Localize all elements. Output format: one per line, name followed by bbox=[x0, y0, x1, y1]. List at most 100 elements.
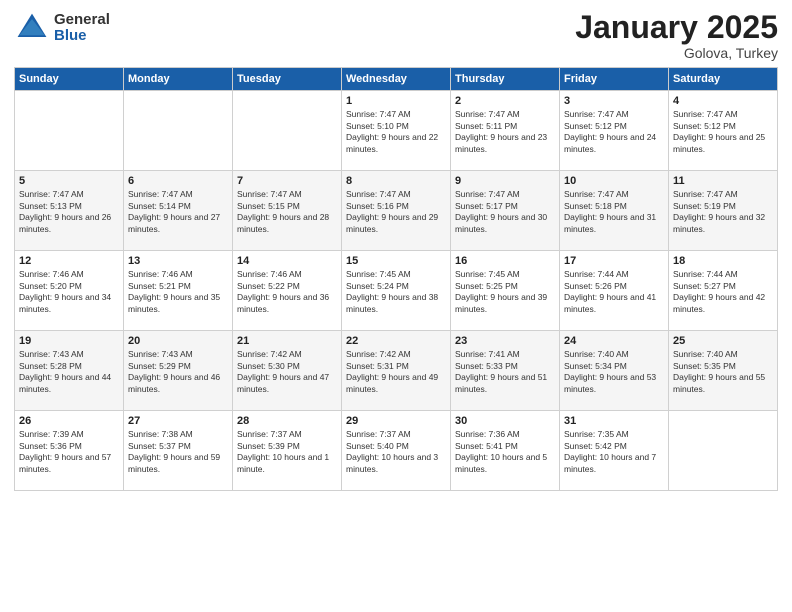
cell-details: Sunrise: 7:47 AM Sunset: 5:12 PM Dayligh… bbox=[673, 109, 773, 155]
calendar-week-row: 5 Sunrise: 7:47 AM Sunset: 5:13 PM Daylig… bbox=[15, 171, 778, 251]
cell-details: Sunrise: 7:40 AM Sunset: 5:35 PM Dayligh… bbox=[673, 349, 773, 395]
calendar-cell: 31 Sunrise: 7:35 AM Sunset: 5:42 PM Dayli… bbox=[560, 411, 669, 491]
day-number: 30 bbox=[455, 415, 555, 427]
day-number: 15 bbox=[346, 255, 446, 267]
calendar-cell: 19Sunrise: 7:43 AM Sunset: 5:28 PM Dayli… bbox=[15, 331, 124, 411]
month-title: January 2025 bbox=[575, 10, 778, 45]
day-number: 23 bbox=[455, 335, 555, 347]
day-number: 1 bbox=[346, 95, 446, 107]
calendar-day-header: Sunday bbox=[15, 68, 124, 91]
calendar-cell: 23 Sunrise: 7:41 AM Sunset: 5:33 PM Dayli… bbox=[451, 331, 560, 411]
logo-text: General Blue bbox=[54, 12, 110, 45]
day-number: 8 bbox=[346, 175, 446, 187]
day-number: 27 bbox=[128, 415, 228, 427]
calendar-week-row: 19Sunrise: 7:43 AM Sunset: 5:28 PM Dayli… bbox=[15, 331, 778, 411]
calendar-day-header: Monday bbox=[124, 68, 233, 91]
day-number: 25 bbox=[673, 335, 773, 347]
logo-icon bbox=[14, 10, 50, 46]
cell-details: Sunrise: 7:37 AM Sunset: 5:40 PM Dayligh… bbox=[346, 429, 446, 475]
cell-details: Sunrise: 7:38 AM Sunset: 5:37 PM Dayligh… bbox=[128, 429, 228, 475]
cell-details: Sunrise: 7:36 AM Sunset: 5:41 PM Dayligh… bbox=[455, 429, 555, 475]
calendar-cell: 2 Sunrise: 7:47 AM Sunset: 5:11 PM Daylig… bbox=[451, 91, 560, 171]
calendar-cell: 27 Sunrise: 7:38 AM Sunset: 5:37 PM Dayli… bbox=[124, 411, 233, 491]
cell-details: Sunrise: 7:47 AM Sunset: 5:13 PM Dayligh… bbox=[19, 189, 119, 235]
calendar-cell: 7Sunrise: 7:47 AM Sunset: 5:15 PM Daylig… bbox=[233, 171, 342, 251]
cell-details: Sunrise: 7:47 AM Sunset: 5:16 PM Dayligh… bbox=[346, 189, 446, 235]
day-number: 29 bbox=[346, 415, 446, 427]
calendar-cell: 6 Sunrise: 7:47 AM Sunset: 5:14 PM Daylig… bbox=[124, 171, 233, 251]
calendar-cell bbox=[233, 91, 342, 171]
cell-details: Sunrise: 7:47 AM Sunset: 5:14 PM Dayligh… bbox=[128, 189, 228, 235]
day-number: 9 bbox=[455, 175, 555, 187]
calendar-cell: 3Sunrise: 7:47 AM Sunset: 5:12 PM Daylig… bbox=[560, 91, 669, 171]
cell-details: Sunrise: 7:46 AM Sunset: 5:21 PM Dayligh… bbox=[128, 269, 228, 315]
cell-details: Sunrise: 7:47 AM Sunset: 5:18 PM Dayligh… bbox=[564, 189, 664, 235]
cell-details: Sunrise: 7:47 AM Sunset: 5:10 PM Dayligh… bbox=[346, 109, 446, 155]
calendar-cell: 25 Sunrise: 7:40 AM Sunset: 5:35 PM Dayli… bbox=[669, 331, 778, 411]
day-number: 17 bbox=[564, 255, 664, 267]
calendar-cell: 22 Sunrise: 7:42 AM Sunset: 5:31 PM Dayli… bbox=[342, 331, 451, 411]
subtitle: Golova, Turkey bbox=[575, 45, 778, 61]
calendar-cell: 5 Sunrise: 7:47 AM Sunset: 5:13 PM Daylig… bbox=[15, 171, 124, 251]
cell-details: Sunrise: 7:42 AM Sunset: 5:31 PM Dayligh… bbox=[346, 349, 446, 395]
cell-details: Sunrise: 7:40 AM Sunset: 5:34 PM Dayligh… bbox=[564, 349, 664, 395]
day-number: 13 bbox=[128, 255, 228, 267]
day-number: 28 bbox=[237, 415, 337, 427]
calendar-cell: 24Sunrise: 7:40 AM Sunset: 5:34 PM Dayli… bbox=[560, 331, 669, 411]
cell-details: Sunrise: 7:47 AM Sunset: 5:11 PM Dayligh… bbox=[455, 109, 555, 155]
cell-details: Sunrise: 7:37 AM Sunset: 5:39 PM Dayligh… bbox=[237, 429, 337, 475]
day-number: 5 bbox=[19, 175, 119, 187]
cell-details: Sunrise: 7:35 AM Sunset: 5:42 PM Dayligh… bbox=[564, 429, 664, 475]
calendar-cell: 30 Sunrise: 7:36 AM Sunset: 5:41 PM Dayli… bbox=[451, 411, 560, 491]
calendar-cell: 4 Sunrise: 7:47 AM Sunset: 5:12 PM Daylig… bbox=[669, 91, 778, 171]
cell-details: Sunrise: 7:47 AM Sunset: 5:17 PM Dayligh… bbox=[455, 189, 555, 235]
day-number: 6 bbox=[128, 175, 228, 187]
calendar-cell: 8 Sunrise: 7:47 AM Sunset: 5:16 PM Daylig… bbox=[342, 171, 451, 251]
day-number: 2 bbox=[455, 95, 555, 107]
calendar-cell bbox=[669, 411, 778, 491]
calendar-day-header: Saturday bbox=[669, 68, 778, 91]
cell-details: Sunrise: 7:42 AM Sunset: 5:30 PM Dayligh… bbox=[237, 349, 337, 395]
title-block: January 2025 Golova, Turkey bbox=[575, 10, 778, 61]
calendar-cell: 17 Sunrise: 7:44 AM Sunset: 5:26 PM Dayli… bbox=[560, 251, 669, 331]
calendar-week-row: 26Sunrise: 7:39 AM Sunset: 5:36 PM Dayli… bbox=[15, 411, 778, 491]
cell-details: Sunrise: 7:45 AM Sunset: 5:24 PM Dayligh… bbox=[346, 269, 446, 315]
day-number: 21 bbox=[237, 335, 337, 347]
day-number: 12 bbox=[19, 255, 119, 267]
calendar-cell: 11Sunrise: 7:47 AM Sunset: 5:19 PM Dayli… bbox=[669, 171, 778, 251]
calendar-cell bbox=[15, 91, 124, 171]
calendar-cell: 29 Sunrise: 7:37 AM Sunset: 5:40 PM Dayli… bbox=[342, 411, 451, 491]
cell-details: Sunrise: 7:47 AM Sunset: 5:12 PM Dayligh… bbox=[564, 109, 664, 155]
calendar-table: SundayMondayTuesdayWednesdayThursdayFrid… bbox=[14, 67, 778, 491]
cell-details: Sunrise: 7:44 AM Sunset: 5:26 PM Dayligh… bbox=[564, 269, 664, 315]
cell-details: Sunrise: 7:41 AM Sunset: 5:33 PM Dayligh… bbox=[455, 349, 555, 395]
cell-details: Sunrise: 7:43 AM Sunset: 5:29 PM Dayligh… bbox=[128, 349, 228, 395]
calendar-cell: 10 Sunrise: 7:47 AM Sunset: 5:18 PM Dayli… bbox=[560, 171, 669, 251]
day-number: 4 bbox=[673, 95, 773, 107]
calendar-cell: 12 Sunrise: 7:46 AM Sunset: 5:20 PM Dayli… bbox=[15, 251, 124, 331]
calendar-week-row: 12 Sunrise: 7:46 AM Sunset: 5:20 PM Dayli… bbox=[15, 251, 778, 331]
cell-details: Sunrise: 7:39 AM Sunset: 5:36 PM Dayligh… bbox=[19, 429, 119, 475]
calendar-day-header: Thursday bbox=[451, 68, 560, 91]
calendar-cell bbox=[124, 91, 233, 171]
day-number: 20 bbox=[128, 335, 228, 347]
calendar-day-header: Wednesday bbox=[342, 68, 451, 91]
cell-details: Sunrise: 7:46 AM Sunset: 5:20 PM Dayligh… bbox=[19, 269, 119, 315]
page-container: General Blue January 2025 Golova, Turkey… bbox=[0, 0, 792, 612]
logo-blue: Blue bbox=[54, 28, 110, 45]
day-number: 22 bbox=[346, 335, 446, 347]
calendar-cell: 21 Sunrise: 7:42 AM Sunset: 5:30 PM Dayli… bbox=[233, 331, 342, 411]
logo: General Blue bbox=[14, 10, 110, 46]
cell-details: Sunrise: 7:47 AM Sunset: 5:19 PM Dayligh… bbox=[673, 189, 773, 235]
calendar-day-header: Tuesday bbox=[233, 68, 342, 91]
cell-details: Sunrise: 7:44 AM Sunset: 5:27 PM Dayligh… bbox=[673, 269, 773, 315]
day-number: 10 bbox=[564, 175, 664, 187]
calendar-cell: 18Sunrise: 7:44 AM Sunset: 5:27 PM Dayli… bbox=[669, 251, 778, 331]
calendar-cell: 16Sunrise: 7:45 AM Sunset: 5:25 PM Dayli… bbox=[451, 251, 560, 331]
day-number: 31 bbox=[564, 415, 664, 427]
day-number: 14 bbox=[237, 255, 337, 267]
logo-general: General bbox=[54, 12, 110, 29]
calendar-cell: 20 Sunrise: 7:43 AM Sunset: 5:29 PM Dayli… bbox=[124, 331, 233, 411]
day-number: 19 bbox=[19, 335, 119, 347]
cell-details: Sunrise: 7:45 AM Sunset: 5:25 PM Dayligh… bbox=[455, 269, 555, 315]
